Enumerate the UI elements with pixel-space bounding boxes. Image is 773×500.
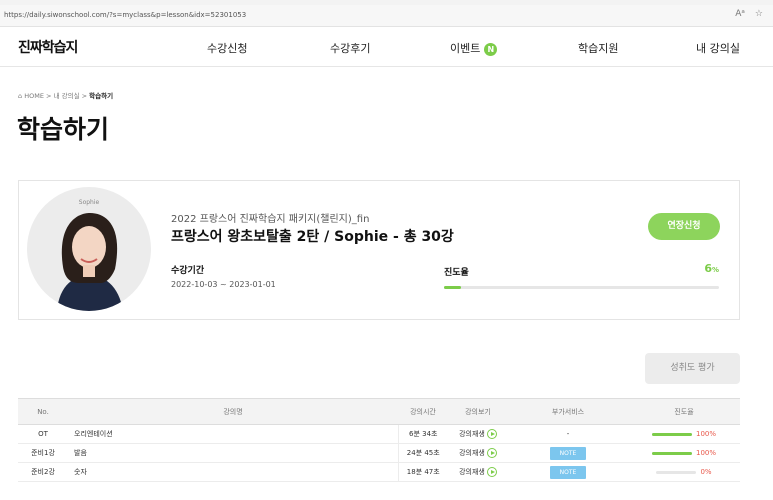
teacher-avatar: Sophie	[27, 187, 151, 311]
home-icon[interactable]: ⌂	[18, 92, 22, 100]
nav-item-enroll[interactable]: 수강신청	[207, 40, 247, 56]
breadcrumb: ⌂ HOME > 내 강의실 > 학습하기	[18, 90, 113, 100]
breadcrumb-my-classroom[interactable]: 내 강의실	[54, 92, 80, 100]
header-lecture-time: 강의시간	[398, 398, 448, 425]
progress-bar-fill	[444, 286, 461, 289]
play-icon	[486, 467, 497, 477]
nav-item-reviews[interactable]: 수강후기	[330, 40, 370, 56]
header-lecture-view: 강의보기	[448, 398, 508, 425]
row-lecture-name: 숫자	[68, 462, 398, 482]
page-title: 학습하기	[17, 115, 110, 144]
address-bar[interactable]: https://daily.siwonschool.com/?s=myclass…	[0, 5, 773, 27]
row-no: OT	[18, 424, 68, 444]
course-package-name: 2022 프랑스어 진짜학습지 패키지(챌린지)_fin	[171, 214, 370, 225]
progress-percent-value: 6	[704, 262, 712, 275]
row-no: 준비2강	[18, 462, 68, 482]
table-row: 준비2강 숫자 18분 47초 강의재생 NOTE 0%	[18, 462, 740, 482]
row-progress: 100%	[628, 424, 740, 444]
row-progress: 100%	[628, 443, 740, 463]
site-logo[interactable]: 진짜학습지	[18, 37, 78, 57]
table-row: 준비1강 발음 24분 45초 강의재생 NOTE 100%	[18, 443, 740, 463]
row-progress-bar	[651, 432, 692, 436]
header-lecture-name: 강의명	[68, 398, 398, 425]
breadcrumb-separator: >	[46, 92, 52, 100]
play-lecture-button[interactable]: 강의재생	[448, 443, 508, 463]
note-button[interactable]: NOTE	[550, 465, 586, 479]
row-lecture-time: 18분 47초	[397, 462, 448, 482]
achievement-evaluation-button[interactable]: 성취도 평가	[645, 353, 740, 384]
nav-item-events[interactable]: 이벤트 N	[450, 40, 498, 56]
play-icon	[486, 429, 497, 439]
global-navigation: 진짜학습지 수강신청 수강후기 이벤트 N 학습지원 내 강의실	[0, 27, 773, 67]
url-text[interactable]: https://daily.siwonschool.com/?s=myclass…	[4, 11, 246, 19]
nav-item-my-classroom[interactable]: 내 강의실	[696, 40, 740, 56]
row-progress-bar	[656, 470, 697, 474]
read-aloud-icon[interactable]: Aᵃ	[735, 9, 745, 19]
row-progress-bar	[651, 451, 692, 455]
header-no: No.	[18, 398, 68, 425]
row-progress-percent: 0%	[700, 468, 712, 476]
extend-button[interactable]: 연장신청	[648, 213, 720, 240]
course-title: 프랑스어 왕초보탈출 2탄 / Sophie - 총 30강	[171, 229, 454, 245]
row-progress-fill	[651, 451, 692, 455]
row-extra-service: NOTE	[508, 462, 628, 482]
period-value: 2022-10-03 ~ 2023-01-01	[171, 280, 276, 289]
breadcrumb-home[interactable]: HOME	[24, 92, 44, 100]
row-progress-fill	[651, 432, 692, 436]
row-progress-percent: 100%	[695, 430, 716, 438]
play-lecture-button[interactable]: 강의재생	[448, 462, 508, 482]
row-lecture-name: 발음	[68, 443, 398, 463]
row-progress: 0%	[628, 462, 740, 482]
favorites-star-icon[interactable]: ☆	[755, 9, 763, 19]
table-header-row: No. 강의명 강의시간 강의보기 부가서비스 진도율	[18, 398, 740, 425]
row-no: 준비1강	[18, 443, 68, 463]
header-progress: 진도율	[628, 398, 740, 425]
header-extra-services: 부가서비스	[508, 398, 628, 425]
lesson-table: No. 강의명 강의시간 강의보기 부가서비스 진도율 OT 오리엔테이션 6분…	[18, 398, 740, 482]
row-lecture-time: 6분 34초	[397, 424, 448, 444]
play-lecture-button[interactable]: 강의재생	[448, 424, 508, 444]
row-progress-percent: 100%	[695, 449, 716, 457]
progress-label: 진도율	[444, 268, 469, 278]
nav-item-events-label: 이벤트	[450, 42, 481, 55]
teacher-name: Sophie	[78, 199, 100, 206]
row-extra-service: NOTE	[508, 443, 628, 463]
row-lecture-time: 24분 45초	[397, 443, 448, 463]
note-button[interactable]: NOTE	[550, 446, 586, 460]
play-lecture-label: 강의재생	[459, 468, 485, 476]
new-badge: N	[484, 42, 498, 56]
row-lecture-name: 오리엔테이션	[68, 424, 398, 444]
period-label: 수강기간	[171, 266, 205, 276]
breadcrumb-separator: >	[81, 92, 88, 100]
play-lecture-label: 강의재생	[459, 449, 485, 457]
play-icon	[486, 448, 497, 458]
progress-percent-unit: %	[711, 266, 719, 274]
breadcrumb-current: 학습하기	[89, 92, 114, 100]
progress-percent: 6%	[704, 262, 719, 275]
progress-bar	[444, 286, 719, 289]
row-extra-service: -	[508, 424, 628, 444]
nav-item-support[interactable]: 학습지원	[578, 40, 618, 56]
table-row: OT 오리엔테이션 6분 34초 강의재생 - 100%	[18, 424, 740, 444]
play-lecture-label: 강의재생	[459, 430, 485, 438]
